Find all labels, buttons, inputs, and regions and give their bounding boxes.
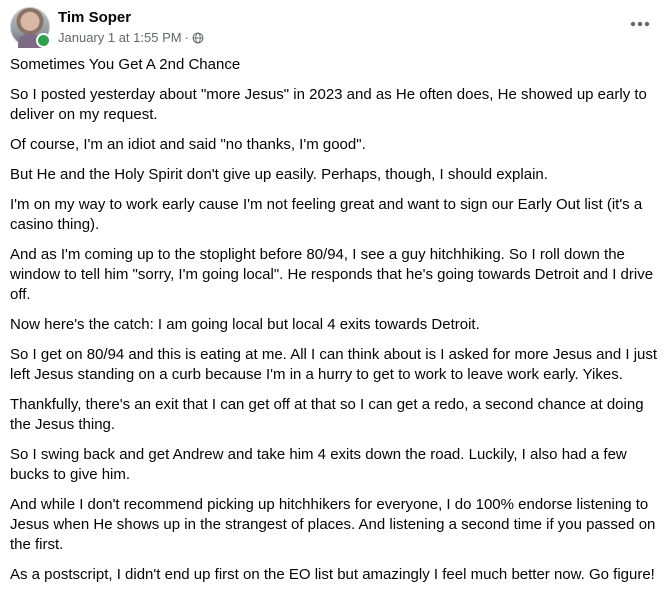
post-header: Tim Soper January 1 at 1:55 PM ·: [10, 6, 204, 48]
post-paragraph: Now here's the catch: I am going local b…: [10, 316, 480, 333]
author-name[interactable]: Tim Soper: [58, 9, 204, 27]
post-paragraph: So I get on 80/94 and this is eating at …: [10, 346, 658, 383]
post-paragraph: And while I don't recommend picking up h…: [10, 496, 656, 553]
globe-icon[interactable]: [192, 32, 204, 44]
post-paragraph: As a postscript, I didn't end up first o…: [10, 566, 655, 583]
post-timestamp[interactable]: January 1 at 1:55 PM: [58, 30, 182, 46]
post-paragraph: Sometimes You Get A 2nd Chance: [10, 56, 241, 73]
separator: ·: [184, 29, 189, 45]
avatar[interactable]: [10, 7, 51, 48]
post-paragraph: And as I'm coming up to the stoplight be…: [10, 246, 654, 303]
online-status-icon: [36, 33, 51, 48]
post-paragraph: So I swing back and get Andrew and take …: [10, 446, 627, 483]
more-options-icon: [630, 21, 650, 27]
post-paragraph: But He and the Holy Spirit don't give up…: [10, 166, 548, 183]
facebook-post: Tim Soper January 1 at 1:55 PM · Sometim…: [0, 0, 668, 583]
post-meta: Tim Soper January 1 at 1:55 PM ·: [58, 9, 204, 46]
post-body: Sometimes You Get A 2nd Chance So I post…: [10, 55, 660, 595]
post-paragraph: Of course, I'm an idiot and said "no tha…: [10, 136, 366, 153]
post-paragraph: Thankfully, there's an exit that I can g…: [10, 396, 644, 433]
more-options-button[interactable]: [626, 10, 654, 38]
post-paragraph: I'm on my way to work early cause I'm no…: [10, 196, 643, 233]
post-paragraph: So I posted yesterday about "more Jesus"…: [10, 86, 647, 123]
post-subline: January 1 at 1:55 PM ·: [58, 30, 204, 46]
